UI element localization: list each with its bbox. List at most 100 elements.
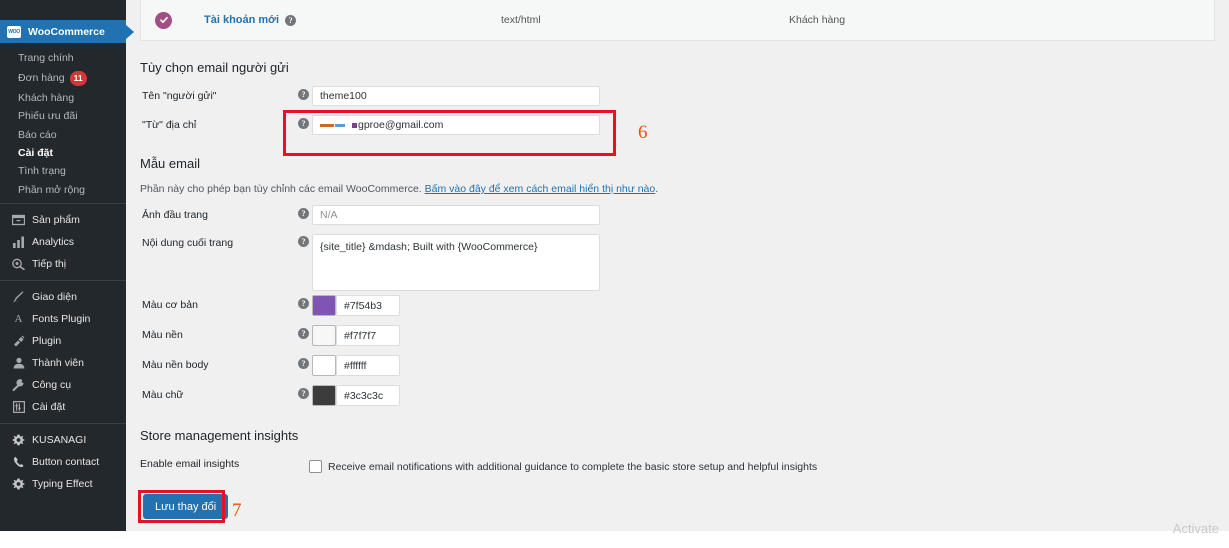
woocommerce-email-settings-screen: WOO WooCommerce Trang chính Đơn hàng 11 … [0, 0, 1229, 548]
base-color-input[interactable]: #7f54b3 [336, 295, 400, 316]
sidebar-item-cong-cu[interactable]: Công cụ [0, 374, 126, 396]
sidebar-item-san-pham[interactable]: Sản phẩm [0, 209, 126, 231]
sidebar-item-plugin[interactable]: Plugin [0, 330, 126, 352]
sidebar-item-don-hang[interactable]: Đơn hàng 11 [0, 67, 126, 88]
sidebar-item-cai-dat-wp[interactable]: Cài đặt [0, 396, 126, 418]
sidebar-brand-label: WooCommerce [28, 25, 105, 38]
body-background-color-label: Màu nền body [142, 359, 209, 371]
sidebar-item-woocommerce[interactable]: WOO WooCommerce [0, 20, 134, 43]
sidebar-item-label: Thành viên [32, 357, 84, 369]
sidebar-item-label: Tiếp thị [32, 258, 67, 270]
sidebar-item-button-contact[interactable]: Button contact [0, 451, 126, 473]
sidebar-item-phan-mo-rong[interactable]: Phần mở rộng [0, 181, 126, 199]
help-icon[interactable]: ? [298, 236, 309, 247]
sidebar-item-label: Button contact [32, 456, 100, 468]
sidebar-item-label: Tình trạng [18, 165, 66, 178]
sidebar-item-bao-cao[interactable]: Báo cáo [0, 126, 126, 144]
body-background-color-swatch[interactable] [312, 355, 336, 376]
help-icon[interactable]: ? [298, 208, 309, 219]
footer-text-textarea[interactable] [312, 234, 600, 291]
help-icon[interactable]: ? [298, 328, 309, 339]
sidebar-item-tinh-trang[interactable]: Tình trạng [0, 162, 126, 180]
plug-icon [11, 334, 26, 348]
from-address-input[interactable]: gproe@gmail.com [312, 115, 600, 135]
description-text: Phần này cho phép bạn tùy chỉnh các emai… [140, 183, 425, 195]
letter-a-icon: A [14, 313, 23, 325]
sidebar-group-plugins: KUSANAGI Button contact Typing Effect [0, 423, 126, 500]
base-color-swatch[interactable] [312, 295, 336, 316]
email-type-row[interactable]: Tài khoản mới ? text/html Khách hàng [140, 0, 1215, 41]
sidebar-group-store: Sản phẩm Analytics Tiếp thị [0, 203, 126, 280]
header-image-label: Ảnh đầu trang [142, 209, 208, 221]
woocommerce-logo-icon: WOO [7, 25, 21, 38]
save-button[interactable]: Lưu thay đổi [143, 494, 229, 519]
body-text-color-swatch[interactable] [312, 385, 336, 406]
header-image-input[interactable]: N/A [312, 205, 600, 225]
help-icon[interactable]: ? [285, 14, 297, 26]
sidebar-item-cai-dat[interactable]: Cài đặt [0, 144, 126, 162]
sidebar-item-trang-chinh[interactable]: Trang chính [0, 49, 126, 67]
main-content: Tài khoản mới ? text/html Khách hàng Tùy… [126, 0, 1229, 548]
email-type-title[interactable]: Tài khoản mới [204, 14, 279, 26]
check-circle-icon [155, 11, 172, 29]
sidebar-item-label: Phần mở rộng [18, 183, 86, 196]
help-icon[interactable]: ? [298, 298, 309, 309]
sender-options-heading: Tùy chọn email người gửi [140, 60, 289, 75]
footer-text-label: Nội dung cuối trang [142, 237, 234, 249]
sidebar-item-label: Cài đặt [18, 147, 54, 160]
from-name-input[interactable]: theme100 [312, 86, 600, 106]
email-recipient: Khách hàng [789, 14, 846, 26]
sidebar-item-phieu-uu-dai[interactable]: Phiếu ưu đãi [0, 107, 126, 125]
paintbrush-icon [11, 290, 26, 304]
sidebar-item-label: Fonts Plugin [32, 313, 91, 325]
help-icon[interactable]: ? [298, 89, 309, 100]
woocommerce-submenu: Trang chính Đơn hàng 11 Khách hàng Phiếu… [0, 43, 126, 203]
admin-sidebar: WOO WooCommerce Trang chính Đơn hàng 11 … [0, 0, 134, 531]
woocommerce-logo-text: WOO [8, 28, 20, 35]
sliders-icon [11, 400, 26, 414]
description-suffix: . [655, 183, 659, 195]
body-text-color-input[interactable]: #3c3c3c [336, 385, 400, 406]
sidebar-item-label: Analytics [32, 236, 75, 248]
sidebar-item-label: Báo cáo [18, 128, 57, 141]
product-box-icon [11, 213, 26, 227]
email-preview-link[interactable]: Bấm vào đây để xem cách email hiển thị n… [425, 183, 656, 195]
bar-chart-icon [11, 235, 26, 249]
sidebar-item-label: Công cụ [32, 379, 72, 391]
sidebar-item-kusanagi[interactable]: KUSANAGI [0, 429, 126, 451]
email-content-type: text/html [501, 14, 541, 26]
sidebar-item-label: Khách hàng [18, 91, 75, 104]
sidebar-item-typing-effect[interactable]: Typing Effect [0, 473, 126, 495]
base-color-label: Màu cơ bản [142, 299, 198, 311]
phone-icon [11, 455, 26, 469]
sidebar-item-khach-hang[interactable]: Khách hàng [0, 89, 126, 107]
body-text-color-label: Màu chữ [142, 389, 184, 401]
email-template-description: Phần này cho phép bạn tùy chỉnh các emai… [140, 183, 658, 195]
body-background-color-input[interactable]: #ffffff [336, 355, 400, 376]
gear-icon [11, 433, 26, 447]
help-icon[interactable]: ? [298, 358, 309, 369]
background-color-label: Màu nền [142, 329, 183, 341]
sidebar-item-fonts-plugin[interactable]: A Fonts Plugin [0, 308, 126, 330]
sidebar-item-label: Giao diện [32, 291, 77, 303]
sidebar-group-site: Giao diện A Fonts Plugin Plugin Thành vi… [0, 280, 126, 423]
from-name-label: Tên "người gửi" [142, 90, 217, 102]
sidebar-item-label: Typing Effect [32, 478, 93, 490]
user-icon [11, 356, 26, 370]
help-icon[interactable]: ? [298, 388, 309, 399]
sidebar-item-tiep-thi[interactable]: Tiếp thị [0, 253, 126, 275]
annotation-number-7: 7 [232, 500, 242, 521]
sidebar-item-label: Phiếu ưu đãi [18, 110, 78, 123]
sidebar-item-label: Đơn hàng [18, 72, 65, 85]
sidebar-item-giao-dien[interactable]: Giao diện [0, 286, 126, 308]
sidebar-item-thanh-vien[interactable]: Thành viên [0, 352, 126, 374]
store-insights-heading: Store management insights [140, 428, 299, 443]
help-icon[interactable]: ? [298, 118, 309, 129]
background-color-swatch[interactable] [312, 325, 336, 346]
background-color-input[interactable]: #f7f7f7 [336, 325, 400, 346]
enable-email-insights-checkbox[interactable] [309, 460, 322, 473]
enable-email-insights-label: Enable email insights [140, 458, 240, 470]
orders-count-badge: 11 [69, 70, 87, 86]
sidebar-item-label: Plugin [32, 335, 62, 347]
sidebar-item-analytics[interactable]: Analytics [0, 231, 126, 253]
